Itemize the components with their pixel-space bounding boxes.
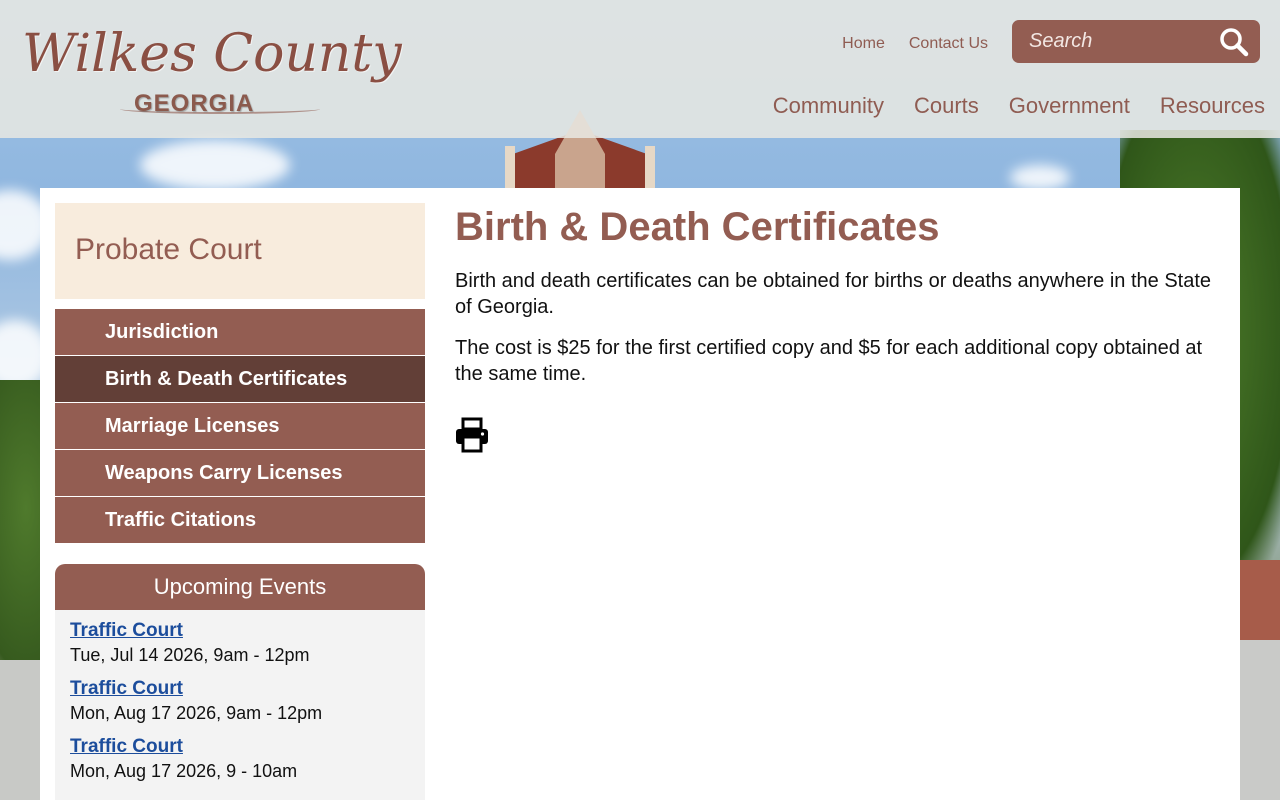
event-item: Traffic Court Mon, Aug 17 2026, 9am - 12… bbox=[70, 678, 410, 726]
events-list: Traffic Court Tue, Jul 14 2026, 9am - 12… bbox=[55, 610, 425, 800]
building-right bbox=[1240, 560, 1280, 650]
event-date: Tue, Jul 14 2026, 9am - 12pm bbox=[70, 645, 310, 665]
event-item: Traffic Court Tue, Jul 14 2026, 9am - 12… bbox=[70, 620, 410, 668]
sidebar: Probate Court Jurisdiction Birth & Death… bbox=[55, 203, 425, 800]
sidebar-item-jurisdiction[interactable]: Jurisdiction bbox=[55, 309, 425, 356]
cloud bbox=[1010, 165, 1070, 190]
sidebar-menu: Jurisdiction Birth & Death Certificates … bbox=[55, 309, 425, 544]
utility-nav: Home Contact Us bbox=[842, 35, 988, 53]
page-title: Birth & Death Certificates bbox=[455, 205, 940, 249]
sidebar-item-weapons-carry-licenses[interactable]: Weapons Carry Licenses bbox=[55, 450, 425, 497]
nav-courts[interactable]: Courts bbox=[914, 93, 979, 119]
logo-script-text: Wilkes County bbox=[22, 24, 402, 84]
search-input[interactable] bbox=[1029, 30, 1219, 53]
event-title-link[interactable]: Traffic Court bbox=[70, 678, 410, 700]
logo-subtitle: GEORGIA bbox=[134, 90, 255, 117]
printer-icon[interactable] bbox=[455, 417, 489, 453]
search-icon[interactable] bbox=[1218, 26, 1250, 58]
site-logo[interactable]: Wilkes County GEORGIA bbox=[20, 18, 402, 128]
main-nav: Community Courts Government Resources bbox=[773, 93, 1265, 119]
event-title-link[interactable]: Traffic Court bbox=[70, 736, 410, 758]
site-header: Wilkes County GEORGIA Home Contact Us Co… bbox=[0, 0, 1280, 138]
util-link-contact-us[interactable]: Contact Us bbox=[909, 35, 988, 53]
sidebar-item-birth-death-certificates[interactable]: Birth & Death Certificates bbox=[55, 356, 425, 403]
sidebar-title: Probate Court bbox=[55, 203, 425, 299]
nav-community[interactable]: Community bbox=[773, 93, 884, 119]
content-paragraph: Birth and death certificates can be obta… bbox=[455, 270, 1212, 318]
sidebar-item-marriage-licenses[interactable]: Marriage Licenses bbox=[55, 403, 425, 450]
event-title-link[interactable]: Traffic Court bbox=[70, 620, 410, 642]
upcoming-events: Upcoming Events Traffic Court Tue, Jul 1… bbox=[55, 564, 425, 800]
nav-resources[interactable]: Resources bbox=[1160, 93, 1265, 119]
road-right bbox=[1236, 640, 1280, 800]
event-item: Traffic Court Mon, Aug 17 2026, 9 - 10am bbox=[70, 736, 410, 784]
sidebar-item-traffic-citations[interactable]: Traffic Citations bbox=[55, 497, 425, 544]
main-content: Birth & Death Certificates Birth and dea… bbox=[455, 204, 1225, 453]
content-paragraph: The cost is $25 for the first certified … bbox=[455, 337, 1203, 385]
search-box bbox=[1012, 20, 1260, 63]
nav-government[interactable]: Government bbox=[1009, 93, 1130, 119]
event-date: Mon, Aug 17 2026, 9 - 10am bbox=[70, 761, 298, 781]
util-link-home[interactable]: Home bbox=[842, 35, 885, 53]
road-left bbox=[0, 660, 44, 800]
cloud bbox=[140, 140, 290, 190]
events-heading: Upcoming Events bbox=[55, 564, 425, 610]
content-card: Probate Court Jurisdiction Birth & Death… bbox=[40, 188, 1240, 800]
event-date: Mon, Aug 17 2026, 9am - 12pm bbox=[70, 703, 323, 723]
